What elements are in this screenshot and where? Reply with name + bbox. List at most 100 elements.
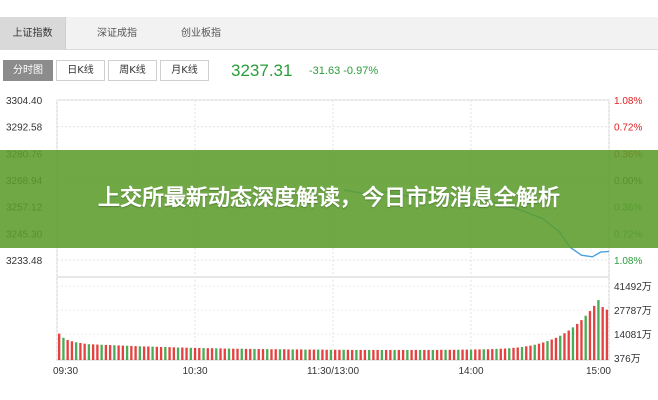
volume-bar	[215, 348, 218, 360]
volume-bar	[406, 349, 409, 360]
volume-bar	[427, 349, 430, 360]
volume-bar	[444, 349, 447, 360]
volume-bar	[308, 349, 311, 360]
volume-bar	[461, 349, 464, 360]
volume-bar	[193, 347, 197, 360]
tab-shenzhen-component[interactable]: 深证成指	[84, 17, 150, 50]
volume-bar	[474, 349, 477, 360]
volume-bar	[134, 346, 137, 360]
volume-bar	[601, 307, 604, 360]
volume-bar	[321, 349, 324, 360]
volume-bar	[83, 343, 86, 360]
price-change: -31.63 -0.97%	[309, 65, 379, 77]
time-tick-label: 14:00	[458, 366, 483, 377]
tab-weekly-k[interactable]: 周K线	[108, 60, 157, 81]
price-tick-label: 3233.48	[6, 256, 43, 267]
volume-bar	[317, 349, 320, 360]
volume-bar	[478, 349, 481, 360]
time-tick-label: 10:30	[182, 366, 207, 377]
volume-bar	[499, 348, 502, 360]
volume-bar	[491, 349, 494, 360]
volume-bar	[550, 339, 553, 360]
volume-bar	[249, 348, 252, 360]
volume-bar	[198, 348, 201, 360]
current-price: 3237.31	[231, 61, 293, 80]
volume-bar	[117, 345, 120, 360]
volume-bar	[465, 349, 468, 360]
volume-bar	[70, 341, 74, 360]
volume-bar	[240, 348, 243, 360]
tab-monthly-k[interactable]: 月K线	[160, 60, 209, 81]
volume-bar	[87, 344, 91, 360]
headline-banner: 上交所最新动态深度解读，今日市场消息全解析	[0, 150, 658, 248]
volume-tick-label: 376万	[614, 354, 641, 365]
volume-bar	[363, 349, 367, 360]
volume-bar	[334, 349, 337, 360]
volume-bar	[142, 346, 146, 360]
tab-intraday[interactable]: 分时图	[3, 60, 53, 81]
volume-bar	[147, 346, 150, 360]
volume-bar	[512, 347, 515, 360]
volume-bar	[91, 344, 95, 360]
volume-bar	[108, 345, 112, 360]
price-tick-label: 3304.40	[6, 96, 43, 107]
volume-bar	[312, 349, 316, 360]
volume-bar	[423, 349, 426, 360]
volume-bar	[537, 343, 541, 360]
volume-bar	[495, 348, 498, 360]
volume-bar	[283, 349, 286, 360]
volume-bar	[546, 341, 549, 360]
volume-bar	[563, 333, 566, 360]
volume-bar	[253, 348, 256, 360]
volume-bar	[380, 349, 384, 360]
tab-chinext-index[interactable]: 创业板指	[168, 17, 234, 50]
volume-bar	[138, 346, 142, 360]
volume-bar	[236, 348, 239, 360]
volume-bar	[542, 342, 545, 360]
volume-bar	[605, 309, 609, 360]
volume-bar	[482, 349, 485, 360]
time-tick-label: 09:30	[53, 366, 78, 377]
volume-bar	[410, 349, 413, 360]
volume-bar	[62, 337, 65, 360]
volume-bar	[295, 349, 299, 360]
headline-title: 上交所最新动态深度解读，今日市场消息全解析	[97, 186, 560, 211]
volume-bar	[389, 349, 392, 360]
tab-shanghai-index[interactable]: 上证指数	[0, 17, 66, 50]
volume-bar	[206, 348, 209, 360]
volume-bar	[516, 347, 519, 360]
volume-bar	[74, 342, 78, 360]
volume-bar	[270, 349, 273, 360]
volume-bar	[164, 346, 167, 360]
volume-bar	[457, 349, 460, 360]
volume-bar	[181, 347, 184, 360]
volume-bar	[418, 349, 422, 360]
volume-bar	[588, 311, 592, 360]
percent-tick-label: 1.08%	[614, 256, 642, 267]
volume-bar	[125, 345, 129, 360]
volume-bar	[580, 320, 583, 360]
volume-bar	[329, 349, 333, 360]
volume-bar	[168, 347, 171, 360]
tab-daily-k[interactable]: 日K线	[56, 60, 105, 81]
volume-bar	[372, 349, 375, 360]
volume-bar	[261, 349, 265, 360]
volume-bar	[79, 342, 82, 360]
volume-bar	[397, 349, 401, 360]
volume-bar	[597, 300, 600, 360]
volume-bar	[172, 347, 175, 360]
volume-bar	[384, 349, 388, 360]
volume-bar	[58, 333, 61, 360]
percent-tick-label: 1.08%	[614, 96, 642, 107]
volume-axis-right: 41492万 27787万 14081万 376万	[614, 282, 652, 365]
volume-bar	[342, 349, 345, 360]
volume-bar	[414, 349, 418, 360]
volume-bar	[300, 349, 303, 360]
volume-bar	[325, 349, 328, 360]
volume-tick-label: 27787万	[614, 306, 652, 317]
volume-bar	[185, 347, 188, 360]
volume-bar	[104, 344, 108, 360]
time-axis: 09:30 10:30 11:30/13:00 14:00 15:00	[53, 366, 611, 377]
volume-bar	[121, 345, 125, 360]
volume-bar	[469, 349, 473, 360]
